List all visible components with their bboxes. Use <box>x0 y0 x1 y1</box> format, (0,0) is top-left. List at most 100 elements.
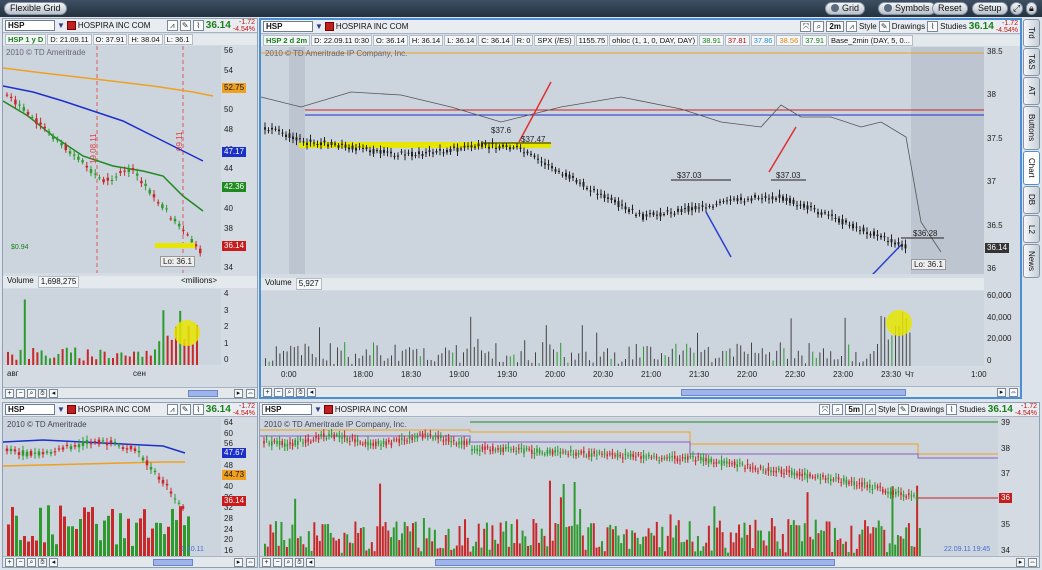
timeframe-button[interactable]: 2m <box>826 21 844 32</box>
pencil-icon[interactable]: ✎ <box>897 404 909 415</box>
zoom-out-icon[interactable]: − <box>16 557 25 567</box>
price-plot-weekly[interactable]: 2010 © TD Ameritrade 1.10.11 <box>3 418 221 556</box>
hand-icon[interactable]: ✋︎ <box>296 387 305 397</box>
scroll-right-icon[interactable]: ▸ <box>234 557 243 567</box>
lock-icon[interactable]: 🔒︎ <box>1026 2 1037 15</box>
style-button[interactable]: Style <box>859 22 877 31</box>
scroll-right-icon[interactable]: ▸ <box>234 388 243 398</box>
symbol-input[interactable]: HSP <box>5 20 55 31</box>
studies-button[interactable]: Studies <box>959 405 986 414</box>
link-color-icon[interactable] <box>323 405 333 414</box>
pencil-icon[interactable]: ✎ <box>878 21 890 32</box>
chart-scrollbar[interactable]: + − ⌕ ✋︎ ◂ ▸ ⇔ <box>3 556 257 567</box>
symbol-input[interactable]: HSP <box>262 404 312 415</box>
reset-button[interactable]: Reset <box>932 2 968 15</box>
scroll-right-icon[interactable]: ▸ <box>1016 557 1025 567</box>
hand-icon[interactable]: ✋︎ <box>38 557 47 567</box>
style-button[interactable]: Style <box>878 405 896 414</box>
tab-at[interactable]: AT <box>1023 77 1040 105</box>
zoom-fit-icon[interactable]: ⌕ <box>285 387 294 397</box>
hand-icon[interactable]: ✋︎ <box>38 388 47 398</box>
hand-icon[interactable]: ✋︎ <box>295 557 304 567</box>
link-color-icon[interactable] <box>66 21 76 30</box>
studies-button[interactable]: Studies <box>940 22 967 31</box>
drawings-button[interactable]: Drawings <box>911 405 944 414</box>
detach-icon[interactable]: ⤢ <box>1010 2 1024 15</box>
zoom-out-icon[interactable]: − <box>274 387 283 397</box>
chevron-down-icon[interactable]: ▼ <box>57 405 65 414</box>
zoom-in-icon[interactable]: + <box>5 557 14 567</box>
chart-scrollbar[interactable]: + − ⌕ ✋︎ ◂ ▸ ⇔ <box>3 387 257 398</box>
chevron-down-icon[interactable]: ▼ <box>57 21 65 30</box>
zoom-in-icon[interactable]: + <box>262 557 271 567</box>
symbol-input[interactable]: HSP <box>263 21 313 32</box>
pencil-icon[interactable]: ✎ <box>179 20 191 31</box>
scroll-thumb[interactable] <box>188 390 218 397</box>
scroll-left-icon[interactable]: ◂ <box>307 387 316 397</box>
volume-bar <box>51 534 54 556</box>
drawings-button[interactable]: Drawings <box>892 22 925 31</box>
tab-chart[interactable]: Chart <box>1023 151 1040 185</box>
volume-bar <box>524 536 527 556</box>
crosshair-icon[interactable]: ⤧ <box>800 21 812 32</box>
zoom-fit-icon[interactable]: ⌕ <box>27 557 36 567</box>
crosshair-icon[interactable]: ⤧ <box>819 404 831 415</box>
symbol-input[interactable]: HSP <box>5 404 55 415</box>
zoom-out-icon[interactable]: − <box>16 388 25 398</box>
chart-type-icon[interactable]: ⩘ <box>864 404 876 415</box>
tab-trd[interactable]: Trd <box>1023 19 1040 47</box>
chart-type-icon[interactable]: ⩘ <box>166 404 178 415</box>
zoom-icon[interactable]: ⌕ <box>832 404 844 415</box>
expand-icon[interactable]: ⇔ <box>1028 557 1037 567</box>
flexible-grid-title[interactable]: Flexible Grid <box>4 2 67 15</box>
scroll-thumb[interactable] <box>153 559 193 566</box>
tab-buttons[interactable]: Buttons <box>1023 106 1040 150</box>
expand-icon[interactable]: ⇔ <box>246 557 255 567</box>
price-plot-daily[interactable]: 2010 © TD Ameritrade 19.08.11 09.11 Lo: … <box>3 46 221 273</box>
grid-button[interactable]: Grid <box>825 2 866 15</box>
scroll-thumb[interactable] <box>681 389 906 396</box>
volume-plot-intraday[interactable] <box>261 291 984 366</box>
studies-icon[interactable]: ⌇ <box>946 404 958 415</box>
zoom-out-icon[interactable]: − <box>273 557 282 567</box>
zoom-fit-icon[interactable]: ⌕ <box>284 557 293 567</box>
volume-bar <box>401 350 403 366</box>
price-plot-intraday[interactable]: 2010 © TD Ameritrade IP Company, Inc. $3… <box>261 47 984 274</box>
pencil-icon[interactable]: ✎ <box>179 404 191 415</box>
symbols-button[interactable]: Symbols <box>878 2 936 15</box>
price-plot-5min[interactable]: 2010 © TD Ameritrade IP Company, Inc. 22… <box>260 418 998 556</box>
tab-db[interactable]: DB <box>1023 186 1040 214</box>
zoom-in-icon[interactable]: + <box>263 387 272 397</box>
tab-ts[interactable]: T&S <box>1023 48 1040 76</box>
candle-body <box>497 447 499 450</box>
volume-bar <box>581 535 584 556</box>
tab-news[interactable]: News <box>1023 244 1040 278</box>
setup-button[interactable]: Setup <box>972 2 1008 15</box>
volume-bar <box>495 343 497 366</box>
tab-l2[interactable]: L2 <box>1023 215 1040 243</box>
chart-scrollbar[interactable]: + − ⌕ ✋︎ ◂ ▸ ⇔ <box>260 556 1039 567</box>
zoom-fit-icon[interactable]: ⌕ <box>27 388 36 398</box>
link-color-icon[interactable] <box>324 22 334 31</box>
chevron-down-icon[interactable]: ▼ <box>315 22 323 31</box>
volume-plot-daily[interactable] <box>3 289 221 365</box>
chart-type-icon[interactable]: ⩘ <box>166 20 178 31</box>
scroll-thumb[interactable] <box>435 559 835 566</box>
timeframe-button[interactable]: 5m <box>845 404 863 415</box>
scroll-right-icon[interactable]: ▸ <box>997 387 1006 397</box>
scroll-left-icon[interactable]: ◂ <box>49 557 58 567</box>
studies-icon[interactable]: ⌇ <box>927 21 939 32</box>
expand-icon[interactable]: ⇔ <box>246 388 255 398</box>
studies-icon[interactable]: ⌇ <box>192 404 204 415</box>
studies-icon[interactable]: ⌇ <box>192 20 204 31</box>
zoom-in-icon[interactable]: + <box>5 388 14 398</box>
volume-bar <box>548 480 551 556</box>
expand-icon[interactable]: ⇔ <box>1009 387 1018 397</box>
chart-scrollbar[interactable]: + − ⌕ ✋︎ ◂ ▸ ⇔ <box>261 386 1020 397</box>
chevron-down-icon[interactable]: ▼ <box>314 405 322 414</box>
chart-type-icon[interactable]: ⩘ <box>845 21 857 32</box>
scroll-left-icon[interactable]: ◂ <box>49 388 58 398</box>
scroll-left-icon[interactable]: ◂ <box>306 557 315 567</box>
zoom-icon[interactable]: ⌕ <box>813 21 825 32</box>
link-color-icon[interactable] <box>66 405 76 414</box>
